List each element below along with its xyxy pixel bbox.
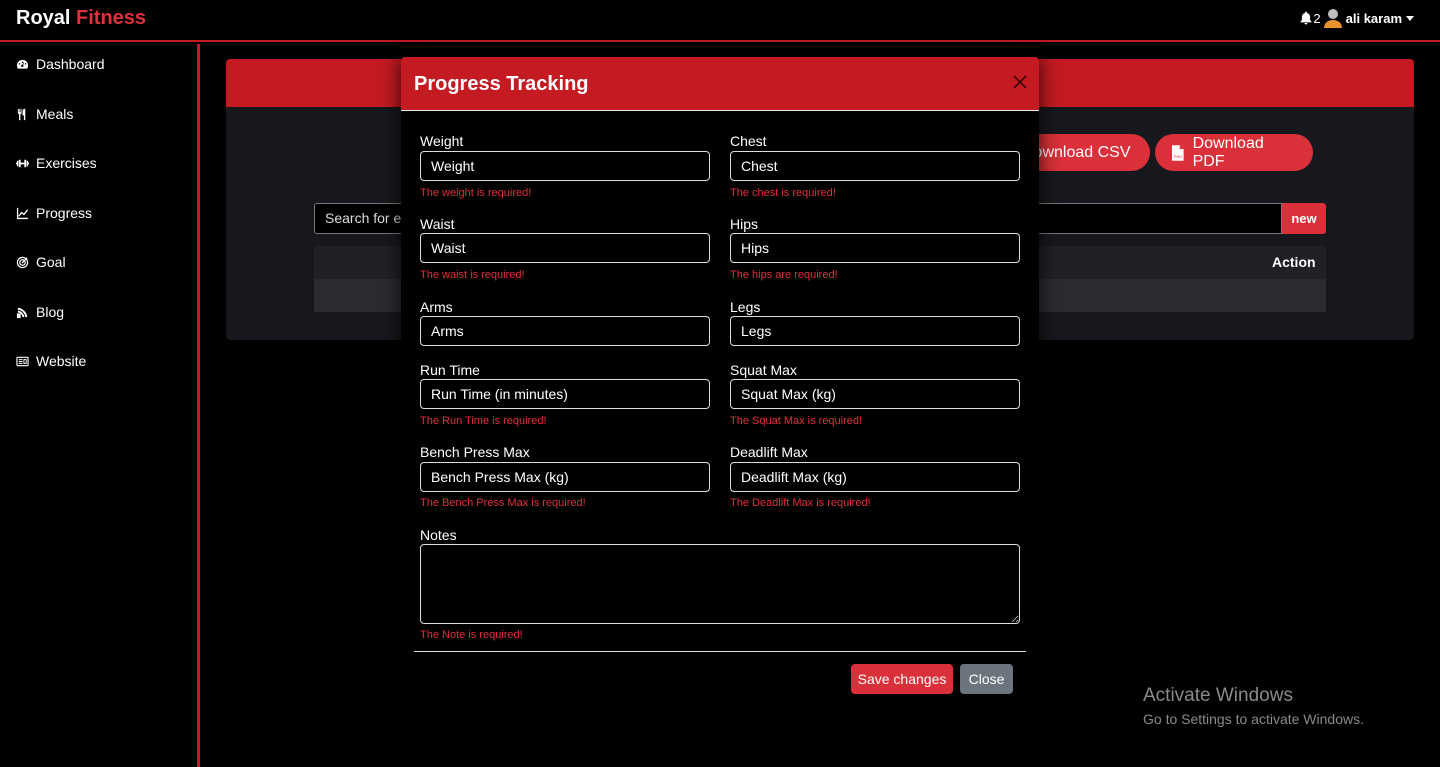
svg-text:PNG: PNG xyxy=(1174,153,1182,158)
download-pdf-button[interactable]: PNG Download PDF xyxy=(1155,134,1313,171)
waist-error: The waist is required! xyxy=(420,269,525,281)
squat-max-label: Squat Max xyxy=(730,362,797,378)
sidebar-item-exercises[interactable]: Exercises xyxy=(16,155,97,171)
close-icon[interactable] xyxy=(1013,75,1027,89)
run-time-label: Run Time xyxy=(420,362,480,378)
legs-label: Legs xyxy=(730,299,761,315)
arms-label: Arms xyxy=(420,299,453,315)
sidebar-item-label: Exercises xyxy=(36,155,97,171)
activate-windows-watermark: Activate Windows Go to Settings to activ… xyxy=(1143,685,1364,727)
sidebar-item-blog[interactable]: Blog xyxy=(16,304,64,320)
avatar-icon[interactable] xyxy=(1323,8,1342,28)
sidebar-item-website[interactable]: Website xyxy=(16,353,86,369)
deadlift-max-input[interactable] xyxy=(730,462,1020,492)
modal-footer-divider xyxy=(414,651,1026,652)
run-time-input[interactable] xyxy=(420,379,710,409)
top-navbar: Royal Fitness 2 ali karam xyxy=(0,0,1440,42)
chart-line-icon xyxy=(16,207,29,219)
weight-input[interactable] xyxy=(420,151,710,181)
watermark-title: Activate Windows xyxy=(1143,685,1293,706)
sidebar-item-meals[interactable]: Meals xyxy=(16,106,73,122)
squat-max-input[interactable] xyxy=(730,379,1020,409)
sidebar-item-goal[interactable]: Goal xyxy=(16,254,66,270)
waist-label: Waist xyxy=(420,216,455,232)
brand-accent: Fitness xyxy=(76,7,147,29)
sidebar-item-label: Meals xyxy=(36,106,74,122)
file-pdf-icon: PNG xyxy=(1171,144,1184,161)
watermark-subtitle: Go to Settings to activate Windows. xyxy=(1143,711,1364,727)
gauge-icon xyxy=(16,59,29,69)
dumbbell-icon xyxy=(16,159,29,167)
notes-error: The Note is required! xyxy=(420,629,523,641)
brand-logo[interactable]: Royal Fitness xyxy=(16,7,146,30)
chevron-down-icon[interactable] xyxy=(1406,15,1414,21)
deadlift-max-error: The Deadlift Max is required! xyxy=(730,497,871,509)
chest-label: Chest xyxy=(730,133,767,149)
hips-input[interactable] xyxy=(730,233,1020,263)
notes-label: Notes xyxy=(420,527,457,543)
waist-input[interactable] xyxy=(420,233,710,263)
arms-input[interactable] xyxy=(420,316,710,346)
sidebar-item-label: Progress xyxy=(36,205,93,221)
modal-header: Progress Tracking xyxy=(401,57,1039,111)
deadlift-max-label: Deadlift Max xyxy=(730,444,808,460)
bench-press-max-error: The Bench Press Max is required! xyxy=(420,497,586,509)
sidebar-item-label: Goal xyxy=(36,254,66,270)
bench-press-max-label: Bench Press Max xyxy=(420,444,530,460)
save-changes-button[interactable]: Save changes xyxy=(851,664,953,694)
hips-label: Hips xyxy=(730,216,759,232)
bell-icon[interactable] xyxy=(1300,11,1312,25)
user-area: 2 ali karam xyxy=(1300,8,1414,28)
utensils-icon xyxy=(17,108,26,120)
new-button-label: new xyxy=(1291,211,1317,226)
sidebar-item-label: Dashboard xyxy=(36,56,105,72)
save-changes-label: Save changes xyxy=(857,671,947,687)
sidebar-item-dashboard[interactable]: Dashboard xyxy=(16,56,105,72)
modal-title: Progress Tracking xyxy=(414,73,589,95)
notification-count: 2 xyxy=(1313,10,1321,26)
target-icon xyxy=(16,256,29,268)
brand-name: Royal xyxy=(16,7,71,29)
blog-icon xyxy=(16,307,28,318)
search-placeholder: Search for ex xyxy=(325,210,409,226)
username[interactable]: ali karam xyxy=(1346,11,1402,26)
new-button[interactable]: new xyxy=(1282,203,1326,234)
chest-input[interactable] xyxy=(730,151,1020,181)
squat-max-error: The Squat Max is required! xyxy=(730,415,863,427)
weight-label: Weight xyxy=(420,133,464,149)
sidebar: Dashboard Meals Exercises Progress Goal … xyxy=(0,44,200,767)
bench-press-max-input[interactable] xyxy=(420,462,710,492)
legs-input[interactable] xyxy=(730,316,1020,346)
table-header-action: Action xyxy=(1272,254,1316,270)
notes-textarea[interactable] xyxy=(420,544,1020,624)
progress-tracking-modal: Progress Tracking Weight The weight is r… xyxy=(401,57,1039,721)
chest-error: The chest is required! xyxy=(730,187,836,199)
sidebar-item-progress[interactable]: Progress xyxy=(16,205,92,221)
close-button[interactable]: Close xyxy=(960,664,1013,694)
close-button-label: Close xyxy=(968,671,1005,687)
website-icon xyxy=(16,356,29,366)
weight-error: The weight is required! xyxy=(420,187,532,199)
hips-error: The hips are required! xyxy=(730,269,838,281)
download-pdf-label: Download PDF xyxy=(1192,134,1264,170)
sidebar-item-label: Website xyxy=(36,353,87,369)
run-time-error: The Run Time is required! xyxy=(420,415,547,427)
sidebar-item-label: Blog xyxy=(36,304,65,320)
